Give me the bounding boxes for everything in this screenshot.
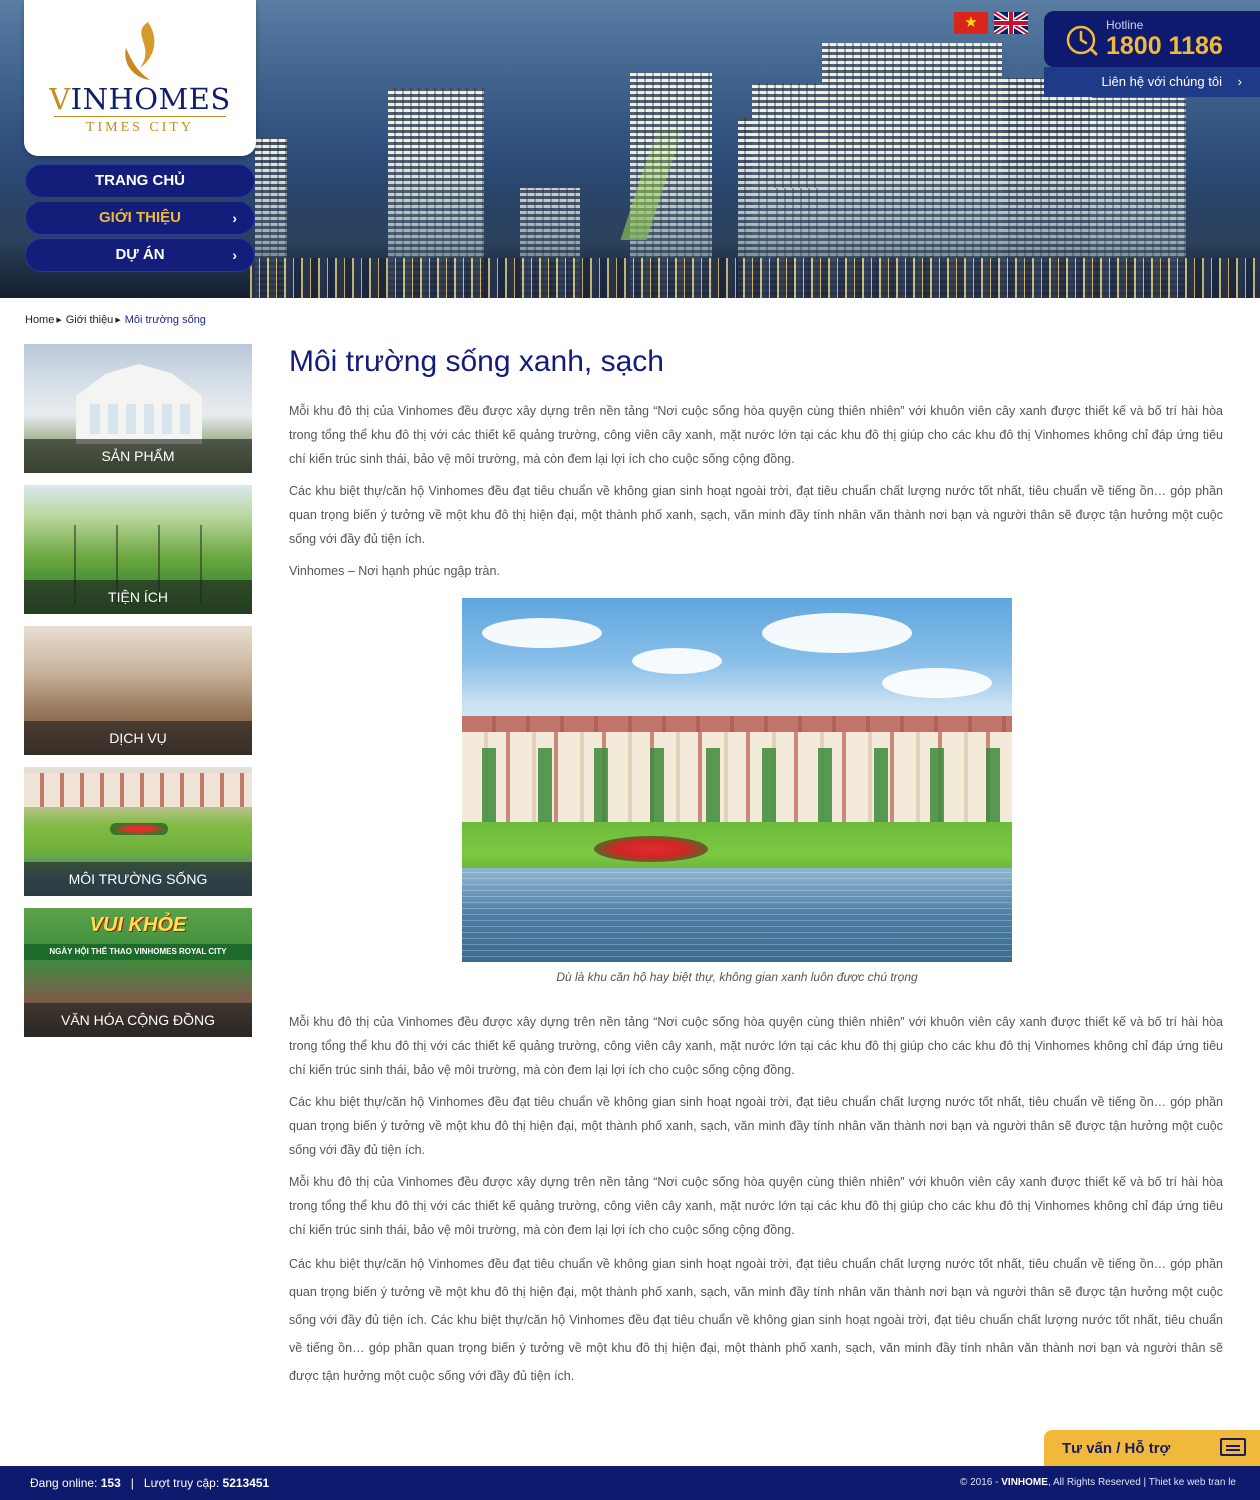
sidebar-card-amenities[interactable]: TIỆN ÍCH (24, 485, 252, 614)
sidebar-card-environment[interactable]: MÔI TRƯỜNG SỐNG (24, 767, 252, 896)
page-title: Môi trường sống xanh, sạch (289, 345, 664, 378)
city-lights (250, 258, 1260, 298)
lake (462, 868, 1012, 962)
cloud (762, 613, 912, 653)
roofs (462, 716, 1012, 732)
breadcrumb-home[interactable]: Home (25, 314, 54, 326)
chevron-right-icon: › (232, 210, 237, 226)
sidebar-card-label: DỊCH VỤ (24, 721, 252, 755)
article-paragraph: Mỗi khu đô thị của Vinhomes đều được xây… (289, 1175, 1223, 1237)
caret-right-icon: ▶ (56, 317, 62, 325)
logo[interactable]: VINHOMES TIMES CITY (24, 0, 256, 156)
nav-home[interactable]: TRANG CHỦ (25, 164, 255, 198)
article: Môi trường sống xanh, sạch Mỗi khu đô th… (289, 344, 1223, 1383)
logo-wordmark: VINHOMES (49, 82, 231, 116)
article-paragraph: Các khu biệt thự/căn hộ Vinhomes đều đạt… (289, 1257, 1223, 1383)
houses-image (24, 773, 252, 807)
nav-about[interactable]: GIỚI THIỆU › (25, 201, 255, 235)
uk-flag-icon[interactable] (994, 12, 1029, 34)
logo-flame-icon (125, 22, 155, 80)
flowerbed (594, 836, 708, 862)
cloud (882, 668, 992, 698)
article-paragraph: Mỗi khu đô thị của Vinhomes đều được xây… (289, 1015, 1223, 1077)
article-paragraph: Các khu biệt thự/căn hộ Vinhomes đều đạt… (289, 1095, 1223, 1157)
sidebar-card-services[interactable]: DỊCH VỤ (24, 626, 252, 755)
flowerbed-image (110, 823, 168, 835)
cloud (482, 618, 602, 648)
logo-subtitle: TIMES CITY (85, 120, 195, 135)
copyright-brand: VINHOME (1001, 1477, 1048, 1488)
main-nav: TRANG CHỦ GIỚI THIỆU › DỰ ÁN › (25, 164, 255, 275)
chevron-right-icon: › (232, 247, 237, 263)
breadcrumb: Home ▶ Giới thiệu ▶ Môi trường sống (25, 314, 206, 326)
landscape-photo (462, 598, 1012, 962)
event-banner-subline: NGÀY HỘI THỂ THAO VINHOMES ROYAL CITY (24, 944, 252, 960)
sidebar-card-products[interactable]: SẢN PHẨM (24, 344, 252, 473)
article-paragraph: Mỗi khu đô thị của Vinhomes đều được xây… (289, 404, 1223, 466)
hotline-label: Hotline (1106, 18, 1144, 32)
support-label: Tư vấn / Hỗ trợ (1062, 1440, 1171, 1457)
vietnam-flag-icon[interactable]: ★ (954, 12, 988, 34)
hotline-box[interactable]: Hotline 1800 1186 (1044, 11, 1260, 67)
visitor-stats: Đang online: 153 | Lượt truy cập: 521345… (30, 1476, 269, 1490)
cloud (632, 648, 722, 674)
sidebar: SẢN PHẨM TIỆN ÍCH DỊCH VỤ MÔI TRƯỜNG SỐN… (24, 344, 252, 1049)
header-banner: VINHOMES TIMES CITY TRANG CHỦ GIỚI THIỆU… (0, 0, 1260, 298)
caret-right-icon: ▶ (115, 317, 121, 325)
contact-link[interactable]: Liên hệ với chúng tôi › (1044, 67, 1260, 97)
breadcrumb-current: Môi trường sống (124, 314, 206, 327)
copyright: © 2016 - VINHOME, All Rights Reserved | … (960, 1477, 1236, 1488)
palm-trees (462, 748, 1012, 828)
sidebar-card-label: SẢN PHẨM (24, 439, 252, 473)
article-figure: Dù là khu căn hộ hay biệt thự, không gia… (462, 598, 1012, 984)
figure-caption: Dù là khu căn hộ hay biệt thự, không gia… (556, 970, 918, 984)
logo-rule (54, 116, 226, 117)
online-label: Đang online: (30, 1476, 98, 1490)
villa-windows (90, 404, 190, 434)
article-paragraph: Các khu biệt thự/căn hộ Vinhomes đều đạt… (289, 484, 1223, 546)
sidebar-card-label: VĂN HÓA CỘNG ĐỒNG (24, 1003, 252, 1037)
breadcrumb-about[interactable]: Giới thiệu (66, 314, 114, 326)
nav-projects[interactable]: DỰ ÁN › (25, 238, 255, 272)
event-banner-headline: VUI KHỎE (89, 914, 187, 936)
chat-icon (1220, 1438, 1246, 1456)
visits-count: 5213451 (222, 1476, 270, 1490)
chevron-right-icon: › (1237, 74, 1242, 89)
article-lower: Mỗi khu đô thị của Vinhomes đều được xây… (289, 1010, 1223, 1398)
sidebar-card-label: MÔI TRƯỜNG SỐNG (24, 862, 252, 896)
hotline-number: 1800 1186 (1106, 32, 1223, 60)
sidebar-card-label: TIỆN ÍCH (24, 580, 252, 614)
copyright-rights: , All Rights Reserved | Thiet ke web tra… (1047, 1477, 1236, 1488)
article-paragraph: Vinhomes – Nơi hạnh phúc ngập tràn. (289, 564, 500, 578)
phone-clock-icon (1066, 25, 1098, 56)
online-count: 153 (100, 1476, 121, 1490)
language-switcher: ★ (954, 12, 1030, 34)
copyright-year: © 2016 - (959, 1477, 999, 1488)
support-chat-tab[interactable]: Tư vấn / Hỗ trợ (1044, 1430, 1260, 1466)
separator: | (124, 1476, 141, 1490)
visits-label: Lượt truy cập: (143, 1476, 220, 1490)
sidebar-card-community[interactable]: VUI KHỎE NGÀY HỘI THỂ THAO VINHOMES ROYA… (24, 908, 252, 1037)
footer: Đang online: 153 | Lượt truy cập: 521345… (0, 1466, 1260, 1500)
